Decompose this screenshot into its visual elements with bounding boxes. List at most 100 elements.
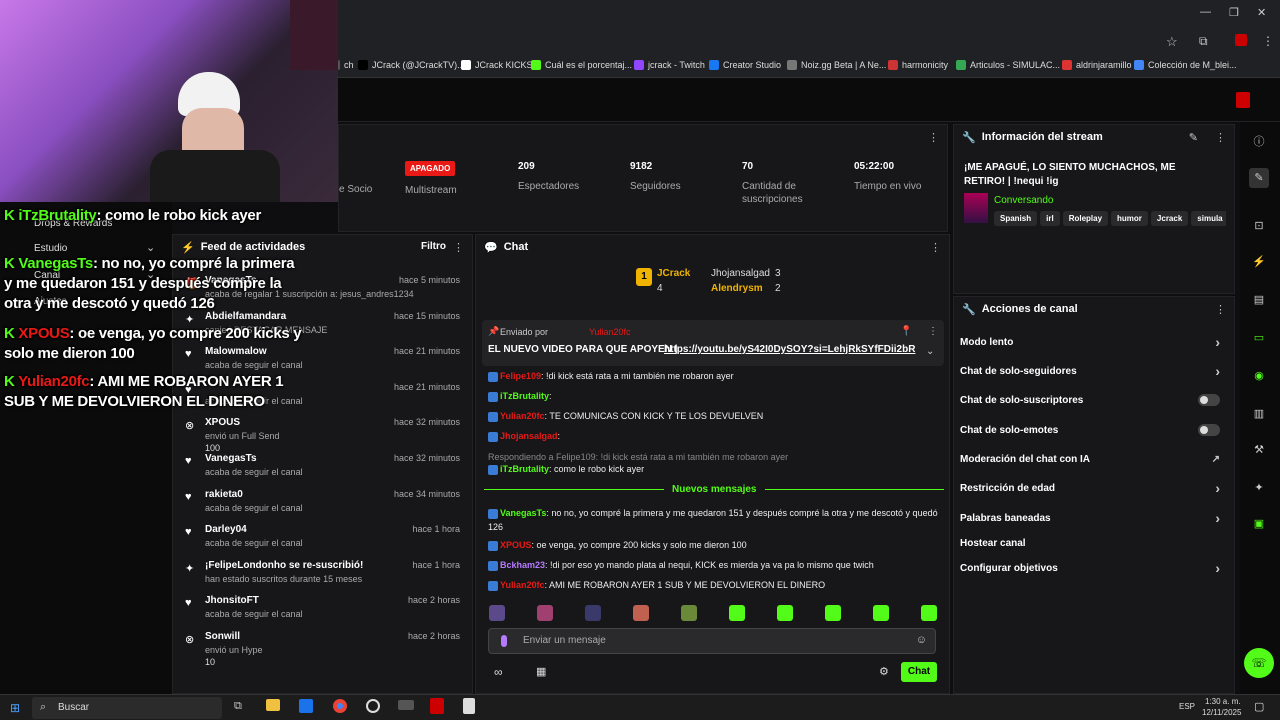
emote-icon[interactable] [729,605,745,621]
bookmark-item[interactable]: Noiz.gg Beta | A Ne... [787,60,886,70]
stream-tag[interactable]: Spanish [994,211,1038,226]
file-explorer-icon[interactable] [266,699,280,711]
bookmark-item[interactable]: JCrack (@JCrackTV)... [358,60,465,70]
chat-message[interactable]: Yulian20fc: TE COMUNICAS CON KICK Y TE L… [488,411,943,422]
chat-input[interactable]: Enviar un mensaje ☺ [488,628,936,654]
bookmark-item[interactable]: aldrinjaramillo [1062,60,1132,70]
chat-message[interactable]: VanegasTs: no no, yo compré la primera y… [488,506,943,534]
restore-icon[interactable]: ❐ [1229,6,1239,19]
chat-message[interactable]: Jhojansalgad: [488,431,943,442]
more-options-icon[interactable]: ⋮ [928,326,938,337]
stream-tag[interactable]: Roleplay [1062,211,1109,226]
channel-action-item[interactable]: Hostear canal [960,538,1230,549]
outlook-icon[interactable] [299,699,313,713]
emote-icon[interactable] [537,605,553,621]
moderation-icon[interactable]: ⊡ [1249,216,1269,236]
feed-item[interactable]: ⊗ Sonwill envió un Hype hace 2 horas 10 [181,627,464,667]
emoji-icon[interactable]: ☺ [916,634,927,646]
info-icon[interactable]: ⓘ [1249,132,1269,152]
channel-action-item[interactable]: Moderación del chat con IA ↗ [960,454,1230,465]
nav-studio[interactable]: Estudio [34,243,67,254]
filter-button[interactable]: Filtro [421,241,446,252]
toggle-switch[interactable] [1198,394,1220,406]
emote-icon[interactable] [633,605,649,621]
edit-icon[interactable]: ✎ [1249,168,1269,188]
feed-item[interactable]: ♥ rakieta0 acaba de seguir el canal hace 34… [181,485,464,521]
profile-extension-icon[interactable] [1235,34,1247,46]
points-icon[interactable]: ∞ [494,665,503,679]
clock-time[interactable]: 1:30 a. m. [1205,697,1241,706]
feed-item[interactable]: ✦ ¡FelipeLondonho se re-suscribió! han est… [181,556,464,592]
bookmark-item[interactable]: Cuál es el porcentaj... [531,60,632,70]
bookmark-item[interactable]: Creator Studio [709,60,781,70]
category-thumbnail[interactable] [964,193,988,223]
shapes-icon[interactable]: ✦ [1249,478,1269,498]
obs-icon[interactable] [366,699,380,713]
app-icon[interactable] [398,700,414,710]
bookmark-item[interactable]: Articulos - SIMULAC... [956,60,1060,70]
more-options-icon[interactable]: ⋮ [1215,131,1226,144]
top-user-name[interactable]: JCrack [657,268,690,279]
chat-message[interactable]: iTzBrutality: como le robo kick ayer [488,464,943,475]
chat-username[interactable]: Bckham23 [500,560,545,570]
chat-username[interactable]: Felipe109 [500,371,541,381]
emote-icon[interactable] [681,605,697,621]
chat-username[interactable]: XPOUS [500,540,532,550]
pinned-by-user[interactable]: Yulian20fc [589,327,631,337]
channel-action-item[interactable]: Chat de solo-suscriptores [960,394,1230,406]
unpin-icon[interactable]: 📍 [900,326,912,337]
bookmark-item[interactable]: JCrack KICKS [461,60,533,70]
more-options-icon[interactable]: ⋮ [930,241,941,254]
notes-icon[interactable]: ▤ [1249,290,1269,310]
bookmark-item[interactable]: jcrack - Twitch [634,60,705,70]
support-chat-icon[interactable]: ☏ [1244,648,1274,678]
channel-action-item[interactable]: Chat de solo-seguidores › [960,363,1230,379]
send-chat-button[interactable]: Chat [901,662,937,682]
stream-tag[interactable]: humor [1111,211,1148,226]
broadcast-icon[interactable]: ◉ [1249,366,1269,386]
chat-username[interactable]: VanegasTs [500,508,546,518]
chat-message[interactable]: Felipe109: !di kick está rata a mi tambi… [488,371,943,382]
chevron-down-icon[interactable]: ⌄ [926,346,934,357]
pinned-link[interactable]: https://youtu.be/yS42I0DySOY?si=LehjRkSY… [664,344,915,355]
chat-username[interactable]: Yulian20fc [500,580,545,590]
channel-action-item[interactable]: Chat de solo-emotes [960,424,1230,436]
channel-action-item[interactable]: Restricción de edad › [960,480,1230,496]
chat-message[interactable]: Bckham23: !di por eso yo mando plata al … [488,560,943,571]
language-indicator[interactable]: ESP [1179,702,1195,711]
pinned-message[interactable]: 📌 Enviado por Yulian20fc 📍 ⋮ EL NUEVO VI… [482,320,944,366]
chat-message[interactable]: Yulian20fc: AMI ME ROBARON AYER 1 SUB Y … [488,580,943,591]
close-icon[interactable]: ✕ [1257,6,1266,19]
more-options-icon[interactable]: ⋮ [1215,303,1226,316]
lightning-icon[interactable]: ⚡ [1249,252,1269,272]
chat-message[interactable]: XPOUS: oe venga, yo compre 200 kicks y s… [488,540,943,551]
chat-message[interactable]: iTzBrutality: [488,391,943,402]
channel-action-item[interactable]: Configurar objetivos › [960,560,1230,576]
notifications-icon[interactable]: ▢ [1254,700,1264,713]
windows-start-icon[interactable]: ⊞ [10,701,20,715]
emote-icon[interactable] [873,605,889,621]
bookmark-item[interactable]: Colección de M_blei... [1134,60,1237,70]
feed-item[interactable]: ♥ Darley04 acaba de seguir el canal hace 1 … [181,520,464,556]
epic-games-icon[interactable] [463,698,475,714]
bookmark-item[interactable]: harmonicity [888,60,948,70]
top-user-name[interactable]: Alendrysm [711,283,763,294]
top-user-name[interactable]: Jhojansalgad [711,268,770,279]
taskbar-search[interactable]: ⌕ Buscar [32,697,222,719]
category-link[interactable]: Conversando [994,195,1053,206]
chat-message[interactable]: Respondiendo a Felipe109: !di kick está … [488,452,943,462]
toggle-switch[interactable] [1198,424,1220,436]
chat-username[interactable]: Yulian20fc [500,411,545,421]
chat-username[interactable]: Jhojansalgad [500,431,558,441]
mic-icon[interactable] [501,635,507,647]
kick-app-icon[interactable] [430,698,444,714]
chat-username[interactable]: iTzBrutality [500,391,549,401]
emote-icon[interactable] [489,605,505,621]
more-options-icon[interactable]: ⋮ [453,241,464,254]
extensions-icon[interactable]: ⧉ [1199,34,1208,49]
stream-tag[interactable]: simula [1191,211,1226,226]
minimize-icon[interactable]: — [1200,6,1211,18]
stream-tag[interactable]: irl [1040,211,1060,226]
emote-icon[interactable] [921,605,937,621]
menu-kebab-icon[interactable]: ⋮ [1262,34,1274,48]
